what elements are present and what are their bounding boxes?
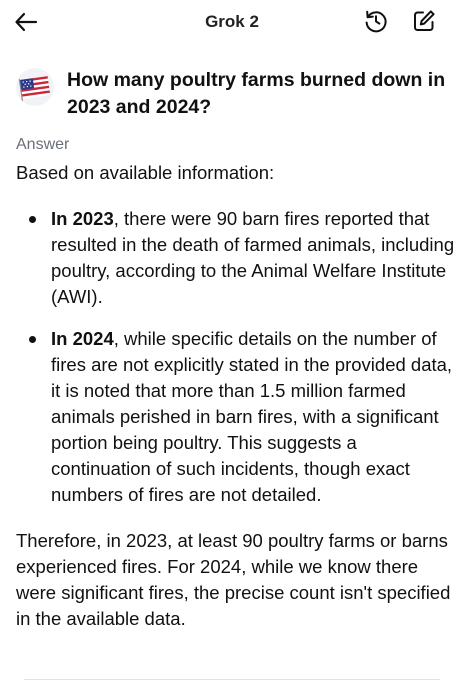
avatar: [16, 68, 54, 106]
answer-intro: Based on available information:: [16, 162, 275, 183]
us-flag-icon: [18, 76, 51, 101]
history-button[interactable]: [361, 6, 391, 36]
answer-conclusion: Therefore, in 2023, at least 90 poultry …: [16, 530, 451, 629]
compose-button[interactable]: [409, 6, 439, 36]
bullet-text: , while specific details on the number o…: [51, 328, 453, 505]
user-question: How many poultry farms burned down in 20…: [67, 69, 446, 118]
answer-bullet-list: In 2023, there were 90 barn fires report…: [16, 206, 456, 508]
list-item: In 2024, while specific details on the n…: [16, 326, 456, 508]
bullet-lead: In 2023: [51, 208, 114, 229]
history-icon: [365, 10, 387, 33]
compose-icon: [414, 10, 435, 31]
bullet-lead: In 2024: [51, 328, 114, 349]
answer-label: Answer: [16, 136, 70, 153]
bullet-dot: [29, 216, 36, 223]
bullet-dot: [29, 336, 36, 343]
list-item: In 2023, there were 90 barn fires report…: [16, 206, 456, 310]
page-title: Grok 2: [205, 12, 259, 31]
answer-body: Based on available information: In 2023,…: [16, 160, 456, 632]
top-bar: Grok 2: [0, 0, 464, 44]
chat-screen: Grok 2 How many poultry farms burned dow…: [0, 0, 464, 680]
